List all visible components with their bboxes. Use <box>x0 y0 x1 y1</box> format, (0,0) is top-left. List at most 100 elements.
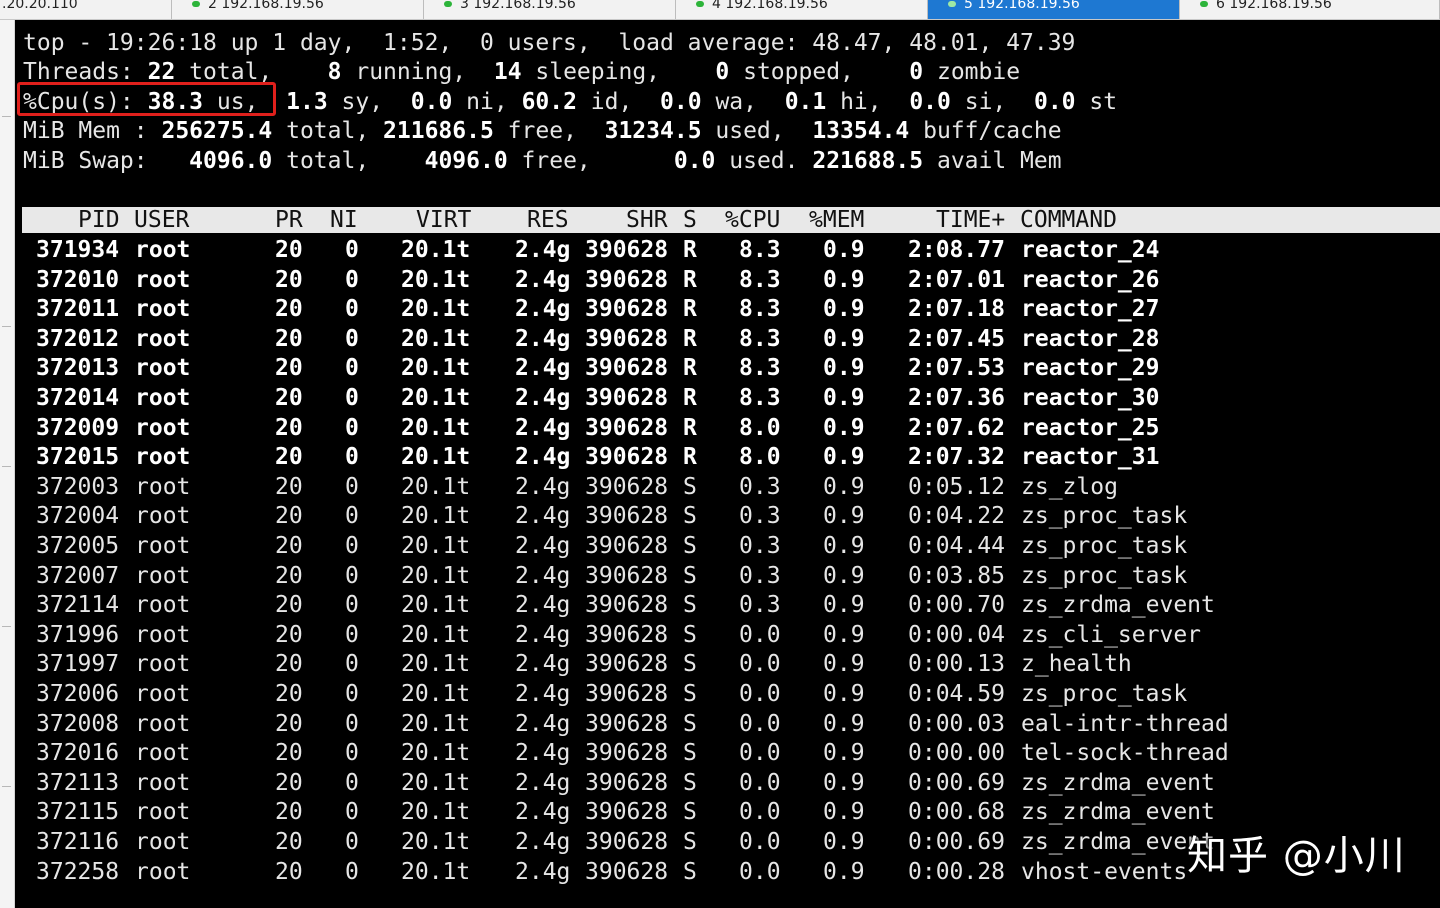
mem-cell: 0.9 <box>823 414 865 441</box>
mem-cell: 0.9 <box>823 681 865 707</box>
threads-running-word: running, <box>341 59 494 85</box>
user-cell: root <box>135 296 191 323</box>
state-cell: S <box>683 621 697 648</box>
command-cell: reactor_28 <box>1021 325 1160 352</box>
connected-status-icon <box>444 1 452 7</box>
nice-cell: 0 <box>345 740 359 767</box>
threads-zombie-word: zombie <box>923 59 1021 85</box>
time-cell: 2:07.36 <box>908 385 1005 411</box>
time-cell: 0:04.22 <box>908 503 1005 530</box>
mem-cell: 0.9 <box>823 296 865 323</box>
state-cell: S <box>683 799 697 826</box>
shr-cell: 390628 <box>585 769 669 796</box>
cpu-si-word: si, <box>950 89 1034 115</box>
res-cell: 2.4g <box>515 473 571 500</box>
cpu-usage-highlight-box <box>17 82 276 116</box>
virt-cell: 20.1t <box>401 829 471 855</box>
session-tab-6[interactable]: 6 192.168.19.56 <box>1180 0 1440 19</box>
cpu-cell: 8.0 <box>739 444 781 471</box>
process-table-header: PID USER PR NI VIRT RES SHR S %CPU %MEM … <box>22 207 1440 233</box>
priority-cell: 20 <box>275 769 303 796</box>
shr-cell: 390628 <box>585 473 669 500</box>
shr-cell: 390628 <box>585 385 669 411</box>
column-header-priority: PR <box>275 207 303 233</box>
pid-cell: 372014 <box>36 385 120 411</box>
time-cell: 0:00.13 <box>908 651 1005 678</box>
mem-total: 256275.4 <box>161 118 273 144</box>
state-cell: S <box>683 473 697 500</box>
command-cell: vhost-events <box>1021 858 1188 885</box>
res-cell: 2.4g <box>515 444 571 471</box>
virt-cell: 20.1t <box>401 710 471 737</box>
swap-free: 4096.0 <box>424 148 508 174</box>
cpu-cell: 0.0 <box>739 681 781 707</box>
user-cell: root <box>135 237 191 263</box>
state-cell: S <box>683 503 697 530</box>
user-cell: root <box>135 651 191 678</box>
command-cell: zs_zrdma_event <box>1021 592 1215 619</box>
column-header-mem: %MEM <box>809 207 865 233</box>
user-cell: root <box>135 769 191 796</box>
virt-cell: 20.1t <box>401 651 471 678</box>
pid-cell: 372115 <box>36 799 120 826</box>
column-header-user: USER <box>134 207 190 233</box>
state-cell: S <box>683 533 697 559</box>
shr-cell: 390628 <box>585 533 669 559</box>
cpu-cell: 0.0 <box>739 621 781 648</box>
process-row: 372004 root 20 0 20.1t 2.4g 390628 S 0.3 0.9 0:04.… <box>15 502 1440 531</box>
session-tab-2[interactable]: 2 192.168.19.56 <box>172 0 424 19</box>
mem-cell: 0.9 <box>823 769 865 796</box>
side-panel-strip[interactable] <box>0 20 15 908</box>
session-tab-4[interactable]: 4 192.168.19.56 <box>676 0 928 19</box>
column-header-shr: SHR <box>626 207 668 233</box>
process-row: 371997 root 20 0 20.1t 2.4g 390628 S 0.0 0.9 0:00.… <box>15 650 1440 679</box>
pid-cell: 372005 <box>36 533 120 559</box>
session-tab-1[interactable]: .20.20.110 <box>0 0 172 19</box>
process-row: 372015 root 20 0 20.1t 2.4g 390628 R 8.0 0.9 2:07.… <box>15 443 1440 472</box>
pid-cell: 372003 <box>36 473 120 500</box>
process-row: 372010 root 20 0 20.1t 2.4g 390628 R 8.3 0.9 2:07.… <box>15 266 1440 295</box>
priority-cell: 20 <box>275 621 303 648</box>
res-cell: 2.4g <box>515 769 571 796</box>
res-cell: 2.4g <box>515 710 571 737</box>
pid-cell: 372116 <box>36 829 120 855</box>
shr-cell: 390628 <box>585 621 669 648</box>
state-cell: R <box>683 444 697 471</box>
command-cell: reactor_25 <box>1021 414 1160 441</box>
command-cell: reactor_30 <box>1021 385 1160 411</box>
session-tab-5-active[interactable]: 5 192.168.19.56 <box>928 0 1180 19</box>
session-tab-label: 3 192.168.19.56 <box>460 0 576 12</box>
process-row: 372003 root 20 0 20.1t 2.4g 390628 S 0.3 0.9 0:05.… <box>15 473 1440 502</box>
pid-cell: 372015 <box>36 444 120 471</box>
mem-cell: 0.9 <box>823 710 865 737</box>
mem-cell: 0.9 <box>823 858 865 885</box>
mem-free-word: free, <box>493 118 605 144</box>
user-cell: root <box>135 799 191 826</box>
user-cell: root <box>135 829 191 855</box>
priority-cell: 20 <box>275 562 303 589</box>
time-cell: 0:04.44 <box>908 533 1005 559</box>
time-cell: 0:00.68 <box>908 799 1005 826</box>
mem-used: 31234.5 <box>604 118 702 144</box>
shr-cell: 390628 <box>585 414 669 441</box>
shr-cell: 390628 <box>585 651 669 678</box>
shr-cell: 390628 <box>585 710 669 737</box>
state-cell: R <box>683 355 697 382</box>
terminal-screen[interactable]: top - 19:26:18 up 1 day, 1:52, 0 users, … <box>15 20 1440 908</box>
mem-cell: 0.9 <box>823 533 865 559</box>
swap-line: MiB Swap: 4096.0 total, 4096.0 free, 0.0… <box>23 147 1062 176</box>
mem-cell: 0.9 <box>823 385 865 411</box>
priority-cell: 20 <box>275 325 303 352</box>
res-cell: 2.4g <box>515 503 571 530</box>
cpu-cell: 0.3 <box>739 533 781 559</box>
process-row: 372113 root 20 0 20.1t 2.4g 390628 S 0.0 0.9 0:00.… <box>15 769 1440 798</box>
virt-cell: 20.1t <box>401 799 471 826</box>
process-row: 372007 root 20 0 20.1t 2.4g 390628 S 0.3 0.9 0:03.… <box>15 562 1440 591</box>
command-cell: zs_proc_task <box>1021 562 1188 589</box>
column-header-pid: PID <box>78 207 120 233</box>
res-cell: 2.4g <box>515 385 571 411</box>
session-tab-3[interactable]: 3 192.168.19.56 <box>424 0 676 19</box>
nice-cell: 0 <box>345 829 359 855</box>
user-cell: root <box>135 858 191 885</box>
cpu-si-value: 0.0 <box>909 89 951 115</box>
